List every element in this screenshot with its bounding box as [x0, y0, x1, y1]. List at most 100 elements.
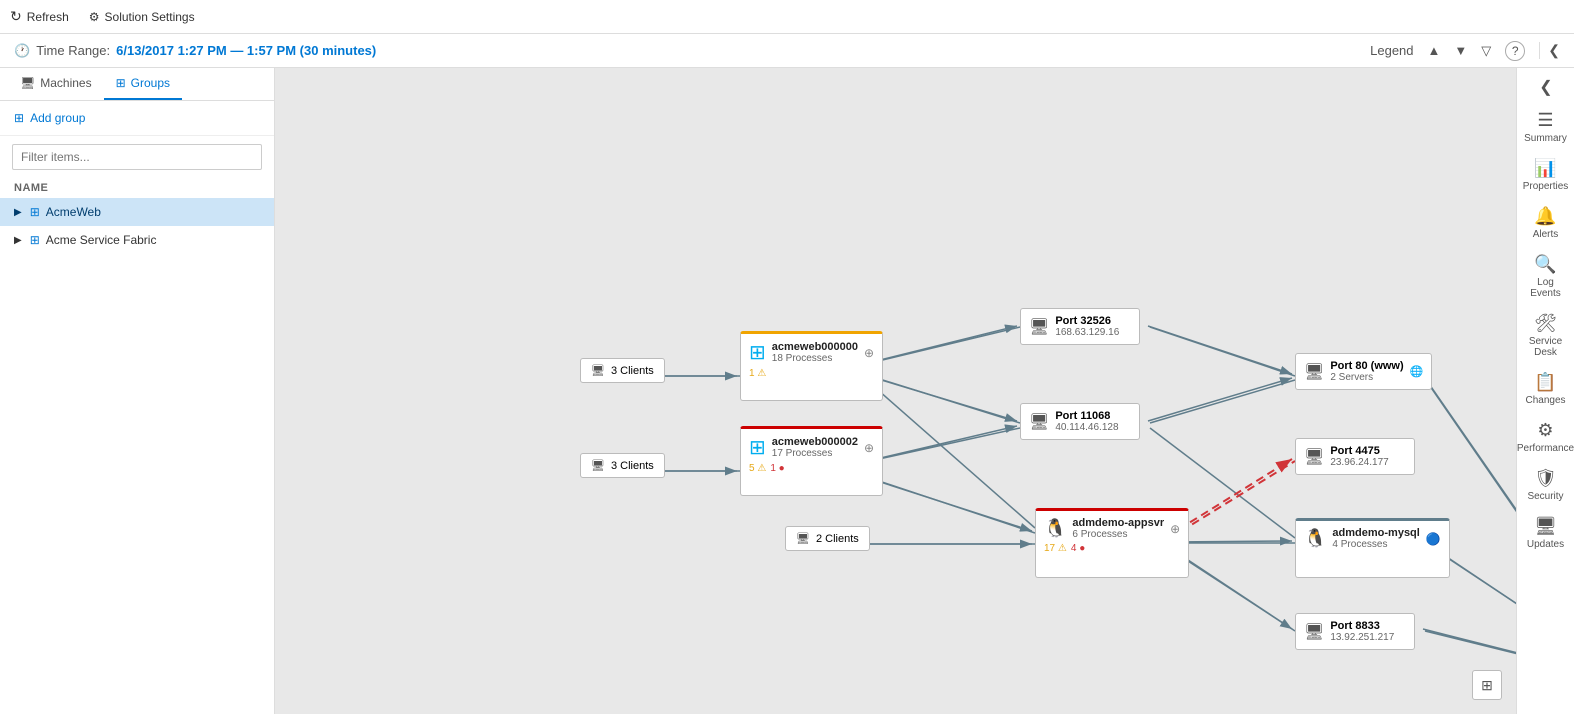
- sidebar-updates-label: Updates: [1527, 539, 1564, 550]
- timebar-right: Legend ▲ ▼ ▽ ? ❮: [1370, 41, 1560, 61]
- sidebar-collapse-button[interactable]: ❮: [1526, 72, 1566, 102]
- port11068-sub: 40.114.46.128: [1055, 422, 1118, 433]
- server-icon: 🖥: [1029, 317, 1049, 337]
- err-badge: 4 ●: [1071, 543, 1085, 554]
- server-icon: 🖥: [1304, 447, 1324, 467]
- port80-title: Port 80 (www): [1330, 360, 1403, 372]
- sidebar-item-updates[interactable]: 🖥 Updates: [1518, 510, 1574, 556]
- sidebar-item-summary[interactable]: ☰ Summary: [1518, 104, 1574, 150]
- group-icon: ⊞: [30, 233, 40, 247]
- timebar: 🕐 Time Range: 6/13/2017 1:27 PM — 1:57 P…: [0, 34, 1574, 68]
- security-icon: 🛡: [1534, 468, 1557, 489]
- refresh-button[interactable]: ↻ Refresh: [10, 8, 69, 25]
- port4475-sub: 23.96.24.177: [1330, 457, 1388, 468]
- server-icon: 🖥: [1304, 362, 1324, 382]
- legend-label: Legend: [1370, 43, 1413, 58]
- log-events-icon: 🔍: [1534, 254, 1556, 275]
- help-button[interactable]: ?: [1505, 41, 1525, 61]
- add-group-label: Add group: [30, 111, 85, 125]
- port4475-title: Port 4475: [1330, 445, 1388, 457]
- clients1-node[interactable]: 🖥 3 Clients: [580, 358, 665, 383]
- windows-icon: ⊞: [749, 340, 766, 365]
- tab-groups[interactable]: ⊞ Groups: [104, 68, 182, 100]
- sidebar-log-events-label: Log Events: [1522, 277, 1570, 299]
- acmeweb000002-processes: 17 Processes: [772, 448, 858, 459]
- port4475-node[interactable]: 🖥 Port 4475 23.96.24.177: [1295, 438, 1415, 475]
- admdemo-appsvr-processes: 6 Processes: [1072, 529, 1164, 540]
- client-icon: 🖥: [796, 532, 810, 545]
- tab-machines[interactable]: 🖥 Machines: [8, 68, 104, 100]
- sidebar-changes-label: Changes: [1525, 395, 1565, 406]
- port8833-sub: 13.92.251.217: [1330, 632, 1394, 643]
- service-desk-icon: 🛠: [1534, 313, 1557, 334]
- clients2-node[interactable]: 🖥 3 Clients: [580, 453, 665, 478]
- timerange-left: 🕐 Time Range: 6/13/2017 1:27 PM — 1:57 P…: [14, 43, 376, 59]
- groups-icon: ⊞: [116, 76, 126, 90]
- collapse-sidebar-button[interactable]: ❮: [1539, 42, 1560, 59]
- sidebar-item-properties[interactable]: 📊 Properties: [1518, 152, 1574, 198]
- clock-icon: 🕐: [14, 43, 30, 59]
- gear-icon: ⚙: [89, 10, 100, 24]
- add-group-button[interactable]: ⊞ Add group: [0, 101, 274, 136]
- port32526-sub: 168.63.129.16: [1055, 327, 1119, 338]
- client-icon: 🖥: [591, 459, 605, 472]
- sidebar-item-security[interactable]: 🛡 Security: [1518, 462, 1574, 508]
- fit-icon: ⊞: [1481, 677, 1493, 694]
- admdemo-mysql-title: admdemo-mysql: [1332, 527, 1419, 539]
- left-panel: 🖥 Machines ⊞ Groups ⊞ Add group NAME ▶ ⊞…: [0, 68, 275, 714]
- toolbar: ↻ Refresh ⚙ Solution Settings: [0, 0, 1574, 34]
- acmeweb000000-node[interactable]: ⊞ acmeweb000000 18 Processes ⊕ 1 ⚠: [740, 331, 883, 401]
- list-item-acmeweb[interactable]: ▶ ⊞ AcmeWeb: [0, 198, 274, 226]
- sidebar-summary-label: Summary: [1524, 133, 1567, 144]
- timerange-value: 6/13/2017 1:27 PM — 1:57 PM (30 minutes): [116, 43, 376, 58]
- warn-badge: 5 ⚠: [749, 463, 766, 474]
- right-sidebar: ❮ ☰ Summary 📊 Properties 🔔 Alerts 🔍 Log …: [1516, 68, 1574, 714]
- acmeweb000000-processes: 18 Processes: [772, 353, 858, 364]
- network-canvas: 🖥 3 Clients 🖥 3 Clients 🖥 2 Clients ⊞ ac…: [275, 68, 1516, 714]
- admdemo-mysql-node[interactable]: 🐧 admdemo-mysql 4 Processes 🔵: [1295, 518, 1450, 578]
- linux-icon: 🐧: [1304, 528, 1326, 549]
- admdemo-appsvr-node[interactable]: 🐧 admdemo-appsvr 6 Processes ⊕ 17 ⚠ 4 ●: [1035, 508, 1189, 578]
- server-icon: 🖥: [1304, 622, 1324, 642]
- acmeweb000000-title: acmeweb000000: [772, 341, 858, 353]
- port11068-node[interactable]: 🖥 Port 11068 40.114.46.128: [1020, 403, 1140, 440]
- server-icon: 🖥: [1029, 412, 1049, 432]
- info-icon: 🔵: [1426, 532, 1441, 546]
- clients3-node[interactable]: 🖥 2 Clients: [785, 526, 870, 551]
- admdemo-mysql-processes: 4 Processes: [1332, 539, 1419, 550]
- changes-icon: 📋: [1534, 372, 1556, 393]
- sidebar-item-log-events[interactable]: 🔍 Log Events: [1518, 248, 1574, 305]
- alerts-icon: 🔔: [1534, 206, 1556, 227]
- expand-arrow-icon: ▶: [14, 207, 22, 218]
- clients1-label: 3 Clients: [611, 365, 654, 377]
- port11068-title: Port 11068: [1055, 410, 1118, 422]
- sidebar-item-alerts[interactable]: 🔔 Alerts: [1518, 200, 1574, 246]
- sidebar-item-service-desk[interactable]: 🛠 Service Desk: [1518, 307, 1574, 364]
- properties-icon: 📊: [1534, 158, 1556, 179]
- port80-node[interactable]: 🖥 Port 80 (www) 2 Servers 🌐: [1295, 353, 1432, 390]
- group-icon: ⊞: [30, 205, 40, 219]
- collapse-down-button[interactable]: ▼: [1454, 43, 1467, 58]
- filter-input[interactable]: [12, 144, 262, 170]
- list-item-acmeweb-label: AcmeWeb: [46, 205, 101, 219]
- globe-icon: 🌐: [1410, 365, 1424, 378]
- linux-icon: 🐧: [1044, 518, 1066, 539]
- port8833-node[interactable]: 🖥 Port 8833 13.92.251.217: [1295, 613, 1415, 650]
- list-item-acme-service-fabric[interactable]: ▶ ⊞ Acme Service Fabric: [0, 226, 274, 254]
- filter-button[interactable]: ▽: [1481, 43, 1491, 59]
- settings-icon: ⊕: [1170, 522, 1180, 536]
- solution-settings-button[interactable]: ⚙ Solution Settings: [89, 10, 195, 24]
- settings-icon: ⊕: [864, 346, 874, 360]
- sidebar-security-label: Security: [1527, 491, 1563, 502]
- acmeweb000002-node[interactable]: ⊞ acmeweb000002 17 Processes ⊕ 5 ⚠ 1 ●: [740, 426, 883, 496]
- sidebar-item-performance[interactable]: ⚙ Performance: [1518, 414, 1574, 460]
- collapse-up-button[interactable]: ▲: [1428, 43, 1441, 58]
- port32526-node[interactable]: 🖥 Port 32526 168.63.129.16: [1020, 308, 1140, 345]
- fit-view-button[interactable]: ⊞: [1472, 670, 1502, 700]
- warn-badge: 17 ⚠: [1044, 543, 1067, 554]
- performance-icon: ⚙: [1537, 420, 1553, 441]
- expand-arrow-icon: ▶: [14, 235, 22, 246]
- summary-icon: ☰: [1537, 110, 1553, 131]
- sidebar-item-changes[interactable]: 📋 Changes: [1518, 366, 1574, 412]
- sidebar-service-desk-label: Service Desk: [1522, 336, 1570, 358]
